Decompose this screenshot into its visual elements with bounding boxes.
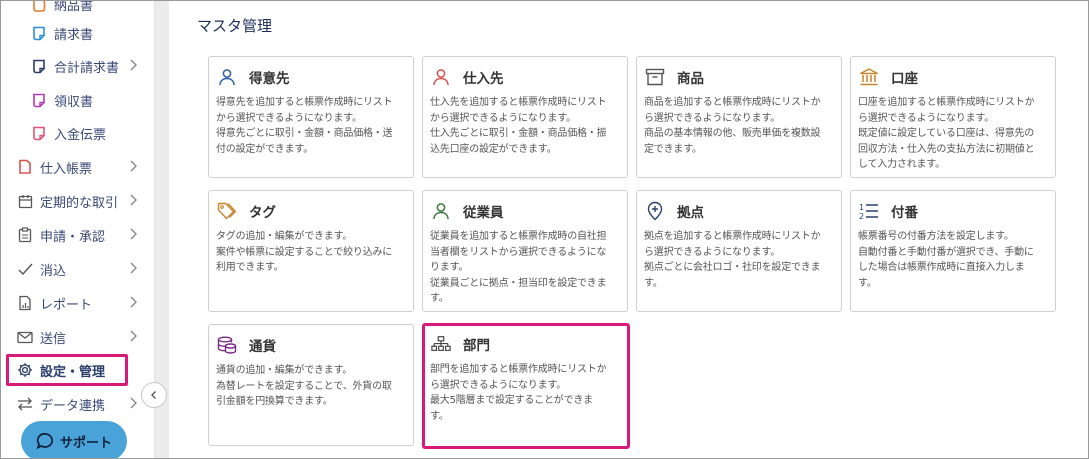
calendar-icon	[17, 193, 33, 209]
check-icon	[17, 261, 33, 277]
chevron-right-icon	[130, 228, 137, 240]
document-icon	[17, 159, 33, 175]
person-icon	[431, 67, 451, 87]
main-area: マスタ管理 得意先 得意先を追加すると帳票作成時にリスト から選択できるようにな…	[155, 1, 1088, 458]
person-icon	[431, 201, 451, 221]
chevron-right-icon	[130, 262, 137, 274]
sync-arrows-icon	[17, 396, 33, 412]
card-customers[interactable]: 得意先 得意先を追加すると帳票作成時にリスト から選択できるようになります。 得…	[208, 56, 414, 178]
card-locations[interactable]: 拠点 拠点を追加すると帳票作成時にリストか ら選択できるようになります。 拠点ご…	[636, 190, 842, 312]
sidebar-item-receipt[interactable]: 領収書	[1, 83, 154, 117]
sidebar-item-reconcile[interactable]: 消込	[1, 252, 154, 286]
chevron-left-icon	[151, 391, 156, 399]
card-numbering[interactable]: 12 付番 帳票番号の付番方法を設定します。 自動付番と手動付番が選択でき、手動…	[850, 190, 1056, 312]
document-icon	[31, 58, 47, 74]
card-tags[interactable]: タグ タグの追加・編集ができます。 案件や帳票に設定することで絞り込みに 利用で…	[208, 190, 414, 312]
card-departments[interactable]: 部門 部門を追加すると帳票作成時にリストか ら選択できるようになります。 最大5…	[422, 323, 630, 449]
sidebar-item-data-integration[interactable]: データ連携	[1, 387, 154, 421]
sidebar-item-recurring[interactable]: 定期的な取引	[1, 184, 154, 218]
chevron-right-icon	[130, 397, 137, 409]
person-icon	[217, 67, 237, 87]
sidebar-item-send[interactable]: 送信	[1, 320, 154, 354]
sidebar-item-summary-invoice[interactable]: 合計請求書	[1, 49, 154, 83]
support-button[interactable]: サポート	[21, 421, 127, 458]
sidebar-item-approval[interactable]: 申請・承認	[1, 218, 154, 252]
card-accounts[interactable]: 口座 口座を追加すると帳票作成時にリストか ら選択できるようになります。 既定値…	[850, 56, 1056, 178]
coins-icon	[217, 335, 237, 355]
chevron-right-icon	[130, 330, 137, 342]
document-icon	[31, 125, 47, 141]
bank-icon	[859, 67, 879, 87]
master-panel: マスタ管理 得意先 得意先を追加すると帳票作成時にリスト から選択できるようにな…	[169, 1, 1088, 458]
card-currency[interactable]: 通貨 通貨の追加・編集ができます。 為替レートを設定することで、外貨の取 引金額…	[208, 324, 414, 446]
chevron-right-icon	[130, 194, 137, 206]
document-icon	[31, 1, 47, 12]
settings-highlight-box	[6, 354, 128, 386]
sidebar-item-payment-slip[interactable]: 入金伝票	[1, 116, 154, 150]
collapse-sidebar-button[interactable]	[141, 382, 167, 408]
chevron-right-icon	[130, 296, 137, 308]
app-window: 納品書 請求書 合計請求書 領収書 入金伝票 仕入帳票 定期的な取引 申請・承認…	[0, 0, 1089, 459]
sidebar: 納品書 請求書 合計請求書 領収書 入金伝票 仕入帳票 定期的な取引 申請・承認…	[1, 1, 155, 458]
chat-bubble-icon	[36, 433, 54, 450]
org-chart-icon	[431, 334, 451, 354]
tag-icon	[217, 201, 237, 221]
sidebar-item-invoice[interactable]: 請求書	[1, 16, 154, 50]
page-title: マスタ管理	[197, 17, 273, 35]
svg-text:2: 2	[859, 212, 864, 220]
document-icon	[31, 25, 47, 41]
clipboard-icon	[17, 227, 33, 243]
box-icon	[645, 67, 665, 87]
location-icon	[645, 201, 665, 221]
chevron-right-icon	[130, 160, 137, 172]
report-icon	[17, 295, 33, 311]
mail-icon	[17, 329, 33, 345]
sidebar-item-purchase-forms[interactable]: 仕入帳票	[1, 150, 154, 184]
svg-text:1: 1	[859, 203, 864, 212]
card-products[interactable]: 商品 商品を追加すると帳票作成時にリストか ら選択できるようになります。 商品の…	[636, 56, 842, 178]
card-suppliers[interactable]: 仕入先 仕入先を追加すると帳票作成時にリスト から選択できるようになります。 仕…	[422, 56, 628, 178]
sidebar-item-report[interactable]: レポート	[1, 286, 154, 320]
card-employees[interactable]: 従業員 従業員を追加すると帳票作成時の自社担 当者欄をリストから選択できるように…	[422, 190, 628, 312]
chevron-right-icon	[130, 59, 137, 71]
document-icon	[31, 92, 47, 108]
numbered-list-icon: 12	[859, 201, 879, 221]
